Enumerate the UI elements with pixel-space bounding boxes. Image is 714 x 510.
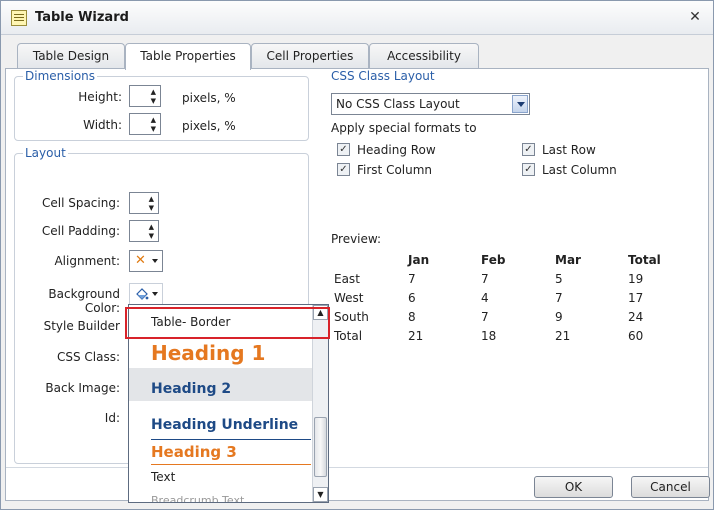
cell-padding-spinner[interactable]: ▲ ▼ [129, 220, 159, 242]
scroll-thumb[interactable] [314, 417, 327, 477]
tab-cell-properties[interactable]: Cell Properties [251, 43, 369, 69]
width-spinner[interactable]: ▲ ▼ [129, 113, 161, 135]
dimensions-legend: Dimensions [25, 69, 96, 83]
chevron-down-icon[interactable] [512, 95, 528, 113]
alignment-label: Alignment: [54, 254, 120, 268]
table-wizard-dialog: Table Wizard ✕ Table Design Table Proper… [0, 0, 714, 510]
last-row-label: Last Row [542, 143, 596, 157]
preview-row-label: Total [334, 329, 363, 343]
footer-divider [6, 467, 708, 468]
background-color-picker[interactable] [129, 283, 163, 305]
scroll-down-icon[interactable]: ▼ [313, 487, 328, 502]
apply-formats-label: Apply special formats to [331, 121, 477, 135]
preview-cell: 7 [481, 310, 489, 324]
highlight-annotation [125, 307, 330, 339]
preview-label: Preview: [331, 232, 382, 246]
spinner-down-icon[interactable]: ▼ [151, 98, 156, 105]
preview-cell: 8 [408, 310, 416, 324]
no-alignment-icon: ✕ [135, 253, 146, 268]
cell-spacing-spinner[interactable]: ▲ ▼ [129, 192, 159, 214]
spinner-down-icon[interactable]: ▼ [151, 126, 156, 133]
css-class-layout-value: No CSS Class Layout [336, 97, 460, 111]
width-label: Width: [83, 118, 122, 132]
back-image-label: Back Image: [45, 381, 120, 395]
background-color-label: Background Color: [48, 287, 120, 315]
last-column-checkbox[interactable]: ✓ [522, 163, 535, 176]
preview-cell: 19 [628, 272, 644, 286]
style-builder-label: Style Builder [43, 319, 120, 333]
title-bar: Table Wizard ✕ [1, 1, 713, 35]
preview-cell: 17 [628, 291, 644, 305]
last-row-checkbox[interactable]: ✓ [522, 143, 535, 156]
width-unit: pixels, % [182, 119, 236, 133]
preview-cell: 7 [481, 272, 489, 286]
cell-padding-label: Cell Padding: [41, 224, 120, 238]
height-unit: pixels, % [182, 91, 236, 105]
chevron-down-icon [152, 259, 158, 263]
preview-header-cell: Total [628, 253, 661, 267]
preview-cell: 18 [481, 329, 497, 343]
preview-cell: 6 [408, 291, 416, 305]
wizard-icon [11, 10, 27, 26]
preview-cell: 60 [628, 329, 644, 343]
tab-table-design[interactable]: Table Design [17, 43, 125, 69]
preview-cell: 7 [408, 272, 416, 286]
last-column-label: Last Column [542, 163, 617, 177]
preview-row-label: East [334, 272, 360, 286]
alignment-picker[interactable]: ✕ [129, 250, 163, 272]
cancel-button[interactable]: Cancel [631, 476, 710, 498]
dialog-title: Table Wizard [35, 10, 129, 25]
dropdown-item-heading-3[interactable]: Heading 3 [129, 443, 312, 461]
tab-content-panel: Dimensions Height: ▲ ▼ pixels, % Width: … [5, 68, 709, 501]
preview-cell: 4 [481, 291, 489, 305]
tab-accessibility[interactable]: Accessibility [369, 43, 479, 69]
heading-3-divider [151, 464, 311, 465]
height-spinner[interactable]: ▲ ▼ [129, 85, 161, 107]
spinner-down-icon[interactable]: ▼ [149, 205, 154, 212]
css-class-label: CSS Class: [56, 350, 120, 364]
heading-row-checkbox[interactable]: ✓ [337, 143, 350, 156]
layout-legend: Layout [25, 146, 66, 160]
preview-row-label: West [334, 291, 364, 305]
dropdown-item-heading-underline[interactable]: Heading Underline [129, 417, 312, 433]
css-class-layout-legend: CSS Class Layout [331, 69, 435, 83]
preview-header-cell: Feb [481, 253, 506, 267]
spinner-up-icon[interactable]: ▲ [149, 196, 154, 203]
first-column-checkbox[interactable]: ✓ [337, 163, 350, 176]
paint-bucket-icon [136, 288, 149, 300]
cell-spacing-label: Cell Spacing: [41, 196, 120, 210]
preview-cell: 7 [555, 291, 563, 305]
dropdown-item-breadcrumb-text[interactable]: Breadcrumb Text [129, 494, 312, 502]
preview-cell: 21 [408, 329, 424, 343]
dropdown-item-heading-1[interactable]: Heading 1 [129, 341, 312, 365]
preview-cell: 21 [555, 329, 571, 343]
spinner-up-icon[interactable]: ▲ [149, 224, 154, 231]
preview-cell: 5 [555, 272, 563, 286]
ok-button[interactable]: OK [534, 476, 613, 498]
preview-row-label: South [334, 310, 369, 324]
preview-header-cell: Jan [408, 253, 430, 267]
spinner-up-icon[interactable]: ▲ [151, 89, 156, 96]
chevron-down-icon [152, 292, 158, 296]
dropdown-item-text[interactable]: Text [129, 470, 312, 484]
first-column-label: First Column [357, 163, 433, 177]
spinner-up-icon[interactable]: ▲ [151, 117, 156, 124]
dropdown-item-heading-2[interactable]: Heading 2 [129, 368, 312, 401]
close-icon[interactable]: ✕ [687, 9, 703, 25]
preview-cell: 9 [555, 310, 563, 324]
underline-divider [151, 439, 311, 440]
preview-cell: 24 [628, 310, 644, 324]
spinner-down-icon[interactable]: ▼ [149, 233, 154, 240]
id-label: Id: [104, 411, 120, 425]
heading-row-label: Heading Row [357, 143, 436, 157]
preview-header-cell: Mar [555, 253, 581, 267]
height-label: Height: [78, 90, 122, 104]
css-class-layout-select[interactable]: No CSS Class Layout [331, 93, 530, 115]
tab-table-properties[interactable]: Table Properties [125, 43, 251, 70]
